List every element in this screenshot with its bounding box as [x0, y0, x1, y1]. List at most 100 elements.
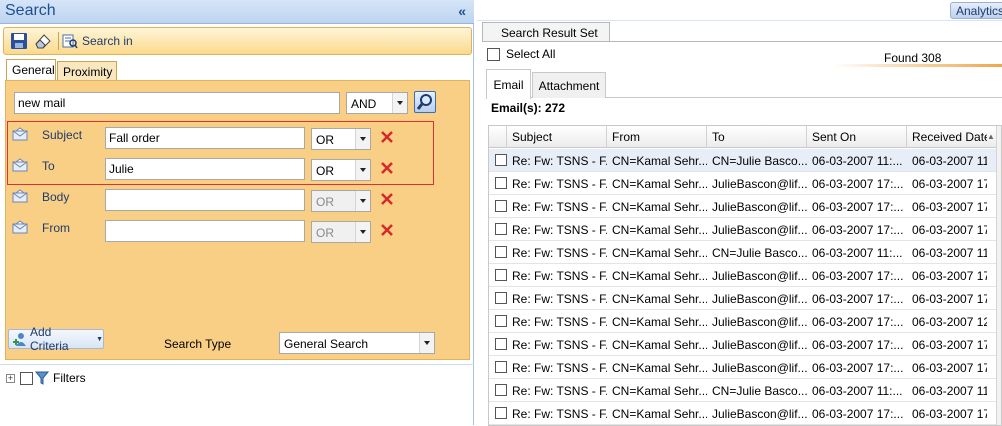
subject-operator-select[interactable]: OR [311, 128, 371, 150]
row-checkbox[interactable] [495, 223, 507, 235]
body-operator-select[interactable]: OR [311, 190, 371, 212]
envelope-icon [12, 158, 28, 172]
select-all[interactable]: Select All [487, 47, 555, 61]
cell-to: JulieBascon@lif... [712, 292, 807, 306]
table-row[interactable]: Re: Fw: TSNS - F... CN=Kamal Sehr... Julie… [489, 195, 999, 218]
search-in-button[interactable]: Search in [62, 31, 133, 51]
chevron-down-icon[interactable] [355, 160, 370, 180]
select-all-checkbox[interactable] [487, 47, 500, 61]
from-field[interactable] [105, 220, 305, 242]
chevron-down-icon[interactable] [355, 129, 370, 149]
body-operator-value: OR [316, 195, 334, 209]
table-row[interactable]: Re: Fw: TSNS - F... CN=Kamal Sehr... CN=Ju… [489, 149, 999, 172]
cell-to: JulieBascon@lif... [712, 200, 807, 214]
row-checkbox[interactable] [495, 315, 507, 327]
search-panel-header: Search « [0, 0, 474, 24]
row-checkbox[interactable] [495, 292, 507, 304]
header-to[interactable]: To [707, 126, 807, 148]
cell-to: JulieBascon@lif... [712, 315, 807, 329]
row-checkbox[interactable] [495, 154, 507, 166]
delete-icon[interactable] [379, 191, 395, 207]
header-subject[interactable]: Subject [507, 126, 607, 148]
criteria-label: From [42, 221, 70, 235]
row-checkbox[interactable] [495, 361, 507, 373]
sort-ascending-icon: ▲ [987, 132, 995, 141]
results-panel: Analytics Search Result Set Select All F… [477, 0, 1002, 426]
query-input[interactable]: new mail [14, 92, 340, 114]
tab-general[interactable]: General [6, 59, 56, 81]
table-row[interactable]: Re: Fw: TSNS - F... CN=Kamal Sehr... Julie… [489, 218, 999, 241]
table-row[interactable]: Re: Fw: TSNS - F... CN=Kamal Sehr... Julie… [489, 172, 999, 195]
tab-attachment[interactable]: Attachment [532, 72, 606, 98]
cell-sent-on: 06-03-2007 17:... [812, 223, 904, 237]
row-checkbox[interactable] [495, 407, 507, 419]
to-operator-select[interactable]: OR [311, 159, 371, 181]
cell-from: CN=Kamal Sehr... [612, 177, 707, 191]
tab-email[interactable]: Email [486, 69, 531, 99]
tab-proximity[interactable]: Proximity [57, 61, 117, 81]
chevron-down-icon[interactable] [419, 333, 434, 353]
chevron-down-icon[interactable] [355, 191, 370, 211]
body-field[interactable] [105, 189, 305, 211]
found-count: Found 308 [884, 51, 942, 65]
search-go-button[interactable] [414, 91, 436, 113]
tab-search-result-set[interactable]: Search Result Set [482, 22, 610, 42]
save-icon[interactable] [10, 32, 28, 50]
vertical-scrollbar[interactable] [996, 126, 1001, 425]
table-row[interactable]: Re: Fw: TSNS - F... CN=Kamal Sehr... Julie… [489, 287, 999, 310]
to-field[interactable]: Julie [105, 158, 305, 180]
row-checkbox[interactable] [495, 177, 507, 189]
cell-received-date: 06-03-2007 11 [912, 384, 987, 398]
subject-operator-value: OR [316, 133, 334, 147]
table-row[interactable]: Re: Fw: TSNS - F... CN=Kamal Sehr... CN=Ju… [489, 379, 999, 402]
chevron-down-icon[interactable] [392, 93, 407, 113]
cell-to: JulieBascon@lif... [712, 407, 807, 421]
filters-row[interactable]: + Filters [6, 369, 86, 387]
row-checkbox[interactable] [495, 338, 507, 350]
select-all-label: Select All [506, 47, 556, 61]
analytics-button[interactable]: Analytics [950, 2, 1002, 19]
collapse-icon[interactable]: « [458, 3, 466, 19]
header-from[interactable]: From [607, 126, 707, 148]
expand-icon[interactable]: + [6, 373, 15, 383]
subject-field[interactable]: Fall order [105, 127, 305, 149]
search-panel: Search « Search in General Proximity new… [0, 0, 474, 425]
chevron-down-icon[interactable] [355, 222, 370, 242]
header-sent-on[interactable]: Sent On [807, 126, 907, 148]
cell-received-date: 06-03-2007 17 [912, 407, 987, 421]
search-in-label: Search in [82, 34, 133, 48]
cell-sent-on: 06-03-2007 11:... [812, 384, 903, 398]
row-checkbox[interactable] [495, 246, 507, 258]
row-checkbox[interactable] [495, 269, 507, 281]
envelope-icon [12, 127, 28, 141]
criteria-label: Subject [42, 128, 83, 142]
table-row[interactable]: Re: Fw: TSNS - F... CN=Kamal Sehr... Julie… [489, 333, 999, 356]
table-row[interactable]: Re: Fw: TSNS - F... CN=Kamal Sehr... CN=Ju… [489, 241, 999, 264]
filters-checkbox[interactable] [20, 371, 33, 385]
delete-icon[interactable] [379, 160, 395, 176]
cell-subject: Re: Fw: TSNS - F... [512, 223, 607, 237]
header-received-date[interactable]: Received Date [907, 126, 987, 148]
table-row[interactable]: Re: Fw: TSNS - F... CN=Kamal Sehr... Julie… [489, 310, 999, 333]
table-row[interactable]: Re: Fw: TSNS - F... CN=Kamal Sehr... Julie… [489, 402, 999, 425]
row-checkbox[interactable] [495, 384, 507, 396]
search-type-select[interactable]: General Search [279, 332, 435, 354]
header-checkbox-col [489, 126, 507, 148]
add-criteria-button[interactable]: Add Criteria ▼ [8, 325, 104, 353]
from-operator-select[interactable]: OR [311, 221, 371, 243]
table-row[interactable]: Re: Fw: TSNS - F... CN=Kamal Sehr... Julie… [489, 356, 999, 379]
cell-subject: Re: Fw: TSNS - F... [512, 292, 607, 306]
table-header: Subject From To Sent On Received Date ▲ [489, 126, 1001, 148]
cell-from: CN=Kamal Sehr... [612, 384, 707, 398]
cell-received-date: 06-03-2007 17 [912, 223, 987, 237]
query-operator-select[interactable]: AND [346, 92, 408, 114]
cell-subject: Re: Fw: TSNS - F... [512, 154, 607, 168]
delete-icon[interactable] [379, 222, 395, 238]
delete-icon[interactable] [379, 129, 395, 145]
row-checkbox[interactable] [495, 200, 507, 212]
cell-to: JulieBascon@lif... [712, 361, 807, 375]
cell-received-date: 06-03-2007 17 [912, 361, 987, 375]
eraser-icon[interactable] [34, 32, 52, 50]
cell-sent-on: 06-03-2007 17:... [812, 200, 904, 214]
table-row[interactable]: Re: Fw: TSNS - F... CN=Kamal Sehr... Julie… [489, 264, 999, 287]
